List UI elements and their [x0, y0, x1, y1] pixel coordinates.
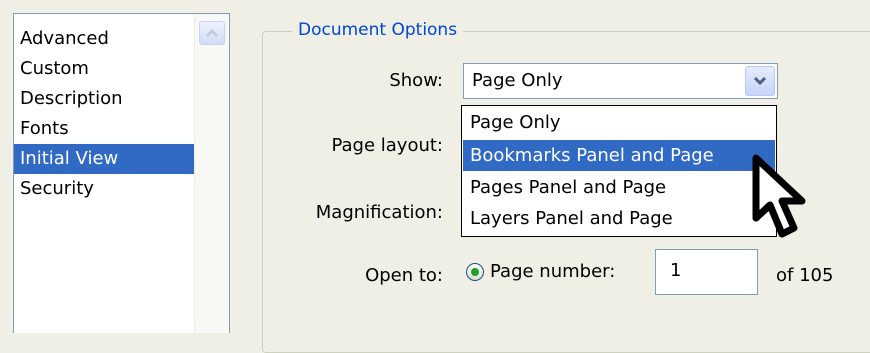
- open-to-label: Open to:: [365, 265, 443, 286]
- sidebar-item-advanced[interactable]: Advanced: [14, 24, 197, 54]
- show-dropdown-list[interactable]: Page Only Bookmarks Panel and Page Pages…: [461, 105, 777, 237]
- vertical-scrollbar[interactable]: [194, 14, 229, 333]
- page-number-radio-label[interactable]: Page number:: [490, 260, 615, 284]
- show-select[interactable]: Page Only: [463, 63, 778, 99]
- mouse-pointer-icon: [752, 154, 806, 238]
- category-list[interactable]: Advanced Custom Description Fonts Initia…: [13, 13, 230, 333]
- sidebar-item-initial-view[interactable]: Initial View: [14, 144, 197, 174]
- show-label: Show:: [389, 70, 443, 91]
- dropdown-option-layers-panel[interactable]: Layers Panel and Page: [463, 203, 775, 234]
- page-layout-label: Page layout:: [331, 135, 443, 156]
- page-number-value: 1: [670, 260, 682, 281]
- radio-selected-dot: [471, 268, 479, 276]
- chevron-up-icon: [206, 29, 218, 37]
- show-select-value: Page Only: [472, 70, 563, 91]
- sidebar-item-description[interactable]: Description: [14, 84, 197, 114]
- page-count-text: of 105: [776, 265, 834, 286]
- sidebar-item-security[interactable]: Security: [14, 174, 197, 204]
- scroll-up-button[interactable]: [199, 21, 225, 45]
- page-number-radio[interactable]: [466, 263, 484, 281]
- dropdown-option-page-only[interactable]: Page Only: [463, 107, 775, 138]
- dropdown-option-bookmarks-panel[interactable]: Bookmarks Panel and Page: [463, 140, 775, 171]
- group-title: Document Options: [292, 18, 464, 42]
- sidebar-item-fonts[interactable]: Fonts: [14, 114, 197, 144]
- show-dropdown-button[interactable]: [745, 66, 775, 96]
- magnification-label: Magnification:: [315, 202, 443, 223]
- chevron-down-icon: [753, 76, 767, 86]
- sidebar-item-custom[interactable]: Custom: [14, 54, 197, 84]
- dropdown-option-pages-panel[interactable]: Pages Panel and Page: [463, 172, 775, 203]
- page-number-input[interactable]: 1: [655, 249, 758, 295]
